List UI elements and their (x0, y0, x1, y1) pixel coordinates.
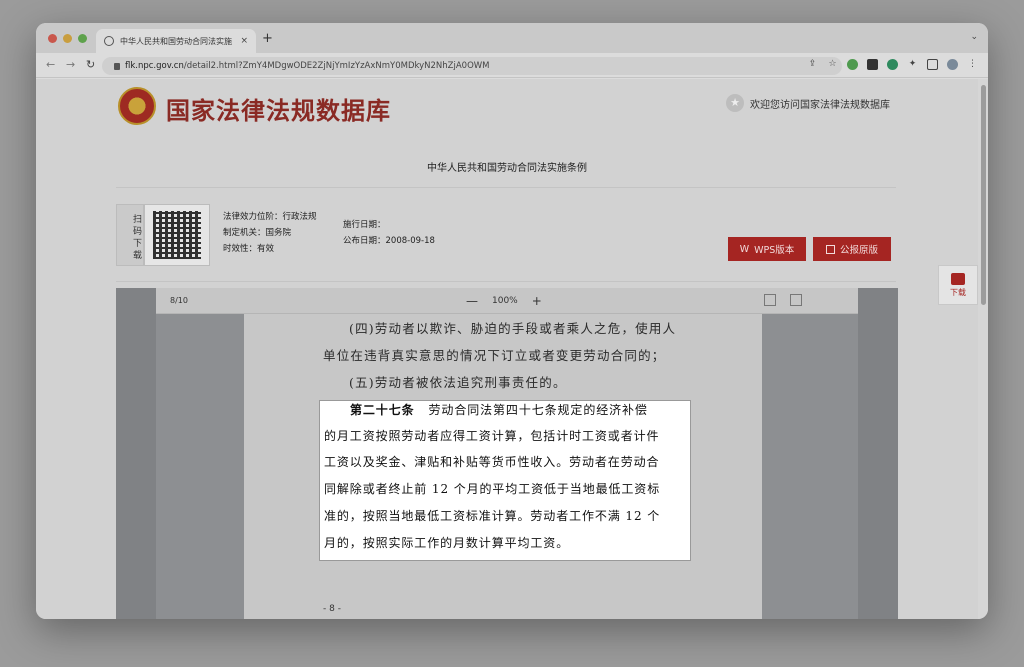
metadata-dates: 施行日期： 公布日期：2008-09-18 (343, 217, 435, 249)
wps-version-button[interactable]: W WPS版本 (728, 237, 806, 261)
active-tab[interactable]: 中华人民共和国劳动合同法实施 × (96, 29, 256, 53)
article-line: 准的，按照当地最低工资标准计算。劳动者工作不满 12 个 (324, 509, 661, 523)
welcome-text: 欢迎您访问国家法律法规数据库 (750, 99, 890, 111)
page-view-icon[interactable] (790, 294, 802, 306)
globe-icon (104, 36, 114, 46)
document-heading: 中华人民共和国劳动合同法实施条例 (427, 163, 587, 174)
zoom-out-button[interactable]: — (466, 294, 478, 308)
qr-code-icon (153, 211, 201, 259)
article-line: 同解除或者终止前 12 个月的平均工资低于当地最低工资标 (324, 482, 661, 496)
lock-icon (114, 62, 120, 70)
star-icon: ★ (726, 94, 744, 112)
extension-green-icon[interactable] (847, 59, 858, 70)
browser-toolbar: ← → ↻ flk.npc.gov.cn/detail2.html?ZmY4MD… (36, 53, 988, 78)
scrollbar-thumb[interactable] (981, 85, 986, 305)
wps-label: WPS版本 (754, 245, 795, 256)
page-indicator: 8/10 (170, 296, 188, 305)
download-icon (951, 272, 965, 285)
url-path: /detail2.html?ZmY4MDgwODE2ZjNjYmIzYzAxNm… (183, 61, 490, 71)
article-line: 月的，按照实际工作的月数计算平均工资。 (324, 536, 570, 550)
pdf-view-options (764, 294, 802, 306)
url-host: flk.npc.gov.cn (125, 61, 184, 71)
extension-icons: ⇪ ☆ ✦ ⋮ (807, 59, 978, 70)
tab-title: 中华人民共和国劳动合同法实施 (120, 36, 232, 46)
extension-vpn-icon[interactable] (887, 59, 898, 70)
forward-arrow-icon[interactable]: → (66, 58, 75, 71)
metadata-left: 法律效力位阶：行政法规 制定机关：国务院 时效性：有效 (223, 209, 317, 257)
article-line: 的月工资按照劳动者应得工资计算，包括计时工资或者计件 (324, 429, 660, 443)
close-window-button[interactable] (48, 34, 57, 43)
zoom-in-button[interactable]: + (532, 294, 542, 308)
bookmark-star-icon[interactable]: ☆ (827, 59, 838, 70)
zoom-level[interactable]: 100% (492, 296, 518, 306)
tab-close-icon[interactable]: × (240, 36, 248, 46)
maximize-window-button[interactable] (78, 34, 87, 43)
share-icon[interactable]: ⇪ (807, 59, 818, 70)
publish-date: 公布日期：2008-09-18 (343, 236, 435, 246)
new-tab-button[interactable]: + (262, 31, 273, 46)
article-line: 工资以及奖金、津贴和补贴等货币性收入。劳动者在劳动合 (324, 455, 660, 469)
original-gazette-button[interactable]: 公报原版 (813, 237, 891, 261)
profile-avatar[interactable] (947, 59, 958, 70)
reload-icon[interactable]: ↻ (86, 58, 95, 71)
address-bar[interactable]: flk.npc.gov.cn/detail2.html?ZmY4MDgwODE2… (102, 57, 842, 75)
tab-strip: 中华人民共和国劳动合同法实施 × + ⌄ (36, 23, 988, 53)
article-heading: 第二十七条 (350, 403, 415, 417)
article-text: 劳动合同法第四十七条规定的经济补偿 (428, 403, 648, 417)
article-27-highlight: 第二十七条 劳动合同法第四十七条规定的经济补偿 的月工资按照劳动者应得工资计算，包… (319, 400, 691, 561)
window-controls (48, 34, 87, 43)
more-menu-icon[interactable]: ⋮ (967, 59, 978, 70)
original-label: 公报原版 (839, 245, 878, 256)
web-page: 国家法律法规数据库 ★ 欢迎您访问国家法律法规数据库 中华人民共和国劳动合同法实… (36, 79, 978, 619)
divider (116, 281, 896, 282)
pdf-text-line: (五)劳动者被依法追究刑事责任的。 (349, 375, 567, 390)
url-text: flk.npc.gov.cn/detail2.html?ZmY4MDgwODE2… (125, 61, 490, 71)
pdf-text-line: 单位在违背真实意思的情况下订立或者变更劳动合同的； (323, 348, 666, 363)
divider (116, 187, 896, 188)
minimize-window-button[interactable] (63, 34, 72, 43)
page-number: - 8 - (323, 604, 341, 614)
zoom-controls: — 100% + (466, 294, 542, 308)
pdf-text-line: (四)劳动者以欺诈、胁迫的手段或者乘人之危，使用人 (349, 321, 677, 336)
issuing-authority: 制定机关：国务院 (223, 228, 292, 238)
qr-code-box (144, 204, 210, 266)
site-title[interactable]: 国家法律法规数据库 (166, 91, 391, 126)
floating-download-button[interactable]: 下载 (938, 265, 978, 305)
wps-icon: W (739, 243, 750, 255)
pdf-toolbar: 8/10 — 100% + (156, 288, 858, 314)
download-label: 下载 (950, 287, 966, 297)
welcome-area: ★ 欢迎您访问国家法律法规数据库 (726, 94, 890, 112)
sidebar-icon[interactable] (927, 59, 938, 70)
pdf-icon (825, 244, 835, 254)
extension-dark-icon[interactable] (867, 59, 878, 70)
puzzle-icon[interactable]: ✦ (907, 59, 918, 70)
national-emblem-logo (118, 87, 156, 125)
chevron-down-icon[interactable]: ⌄ (970, 32, 978, 42)
validity-status: 时效性：有效 (223, 244, 275, 254)
qr-label: 扫码下载 (116, 204, 144, 266)
effective-date: 施行日期： (343, 220, 386, 230)
article-first-line: 第二十七条 劳动合同法第四十七条规定的经济补偿 (350, 401, 648, 418)
browser-window: 中华人民共和国劳动合同法实施 × + ⌄ ← → ↻ flk.npc.gov.c… (36, 23, 988, 619)
effect-level: 法律效力位阶：行政法规 (223, 212, 317, 222)
back-arrow-icon[interactable]: ← (46, 58, 55, 71)
fit-page-icon[interactable] (764, 294, 776, 306)
